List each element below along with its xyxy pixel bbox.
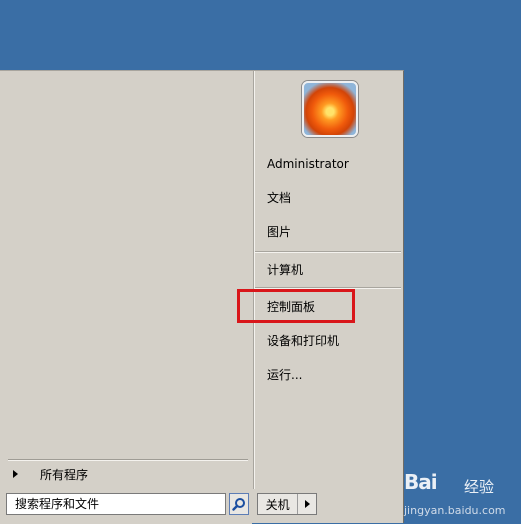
search-row: 搜索程序和文件 [0,489,252,523]
search-icon [232,498,245,511]
right-separator [255,251,401,253]
left-separator [8,459,248,461]
chevron-right-icon [304,500,310,508]
shutdown-label: 关机 [265,497,290,512]
watermark-url: jingyan.baidu.com [404,504,506,517]
expand-arrow-icon [13,470,18,478]
watermark-text: 经验 [464,478,495,496]
run-item[interactable]: 运行... [267,365,302,385]
search-input[interactable]: 搜索程序和文件 [6,493,226,515]
all-programs-button[interactable]: 所有程序 [8,464,248,484]
control-panel-highlight-box [237,289,355,323]
all-programs-label: 所有程序 [40,467,89,482]
baidu-watermark: Bai 经验 jingyan.baidu.com [404,470,521,520]
documents-item[interactable]: 文档 [267,188,291,208]
user-avatar[interactable] [302,81,358,137]
pinned-programs-list [0,71,252,456]
pictures-item[interactable]: 图片 [267,222,291,242]
shutdown-button[interactable]: 关机 [257,493,317,515]
search-button[interactable] [229,493,249,515]
start-menu-left-pane: 所有程序 [0,71,252,524]
computer-item[interactable]: 计算机 [267,260,303,280]
user-name-item[interactable]: Administrator [267,154,349,174]
baidu-logo: Bai [404,470,438,494]
shutdown-options-button[interactable] [297,494,316,514]
devices-printers-item[interactable]: 设备和打印机 [267,331,339,351]
